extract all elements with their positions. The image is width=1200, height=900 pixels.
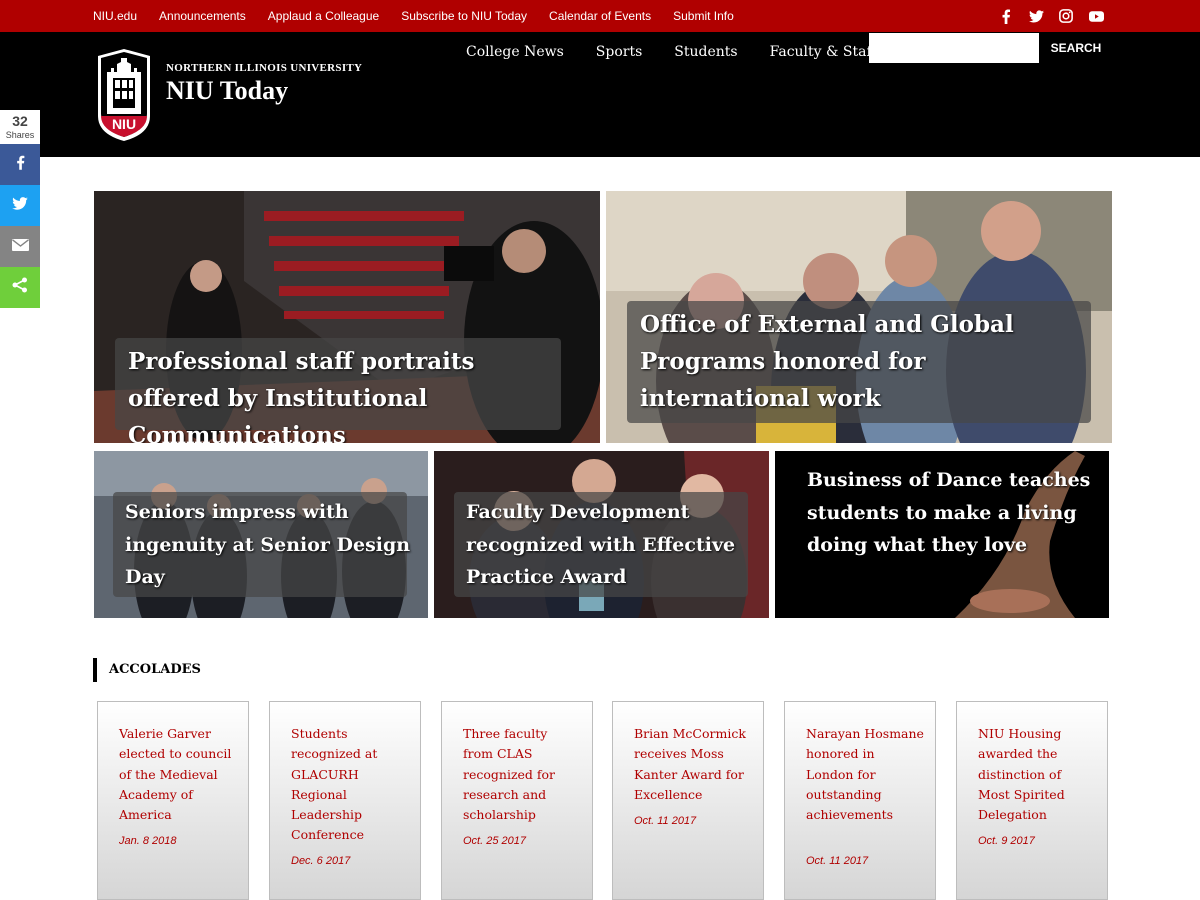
- facebook-icon[interactable]: [998, 8, 1014, 24]
- feature-tile-faculty-development[interactable]: Faculty Development recognized with Effe…: [434, 451, 769, 618]
- feature-title[interactable]: Seniors impress with ingenuity at Senior…: [125, 496, 415, 594]
- utility-link-subscribe[interactable]: Subscribe to NIU Today: [401, 9, 527, 23]
- accolade-card[interactable]: Three faculty from CLAS recognized for r…: [441, 701, 593, 900]
- feature-title[interactable]: Business of Dance teaches students to ma…: [807, 464, 1097, 562]
- accolade-date: Dec. 6 2017: [291, 855, 351, 867]
- share-icon: [12, 277, 28, 298]
- share-facebook-button[interactable]: [0, 144, 40, 185]
- accolade-date: Oct. 11 2017: [634, 815, 697, 827]
- accolade-card[interactable]: Brian McCormick receives Moss Kanter Awa…: [612, 701, 764, 900]
- share-more-button[interactable]: [0, 267, 40, 308]
- accolade-card[interactable]: Students recognized at GLACURH Regional …: [269, 701, 421, 900]
- nav-college-news[interactable]: College News: [466, 44, 564, 60]
- accolade-card[interactable]: NIU Housing awarded the distinction of M…: [956, 701, 1108, 900]
- accolade-title[interactable]: Narayan Hosmane honored in London for ou…: [806, 724, 924, 825]
- utility-link-announcements[interactable]: Announcements: [159, 9, 246, 23]
- section-heading-marker: [93, 658, 97, 682]
- accolades-heading: ACCOLADES: [109, 662, 201, 677]
- accolade-date: Oct. 25 2017: [463, 835, 526, 847]
- utility-bar: NIU.edu Announcements Applaud a Colleagu…: [0, 0, 1200, 32]
- social-links: [998, 0, 1104, 32]
- main-nav: College News Sports Students Faculty & S…: [450, 44, 892, 60]
- feature-title[interactable]: Faculty Development recognized with Effe…: [466, 496, 766, 594]
- accolade-date: Oct. 9 2017: [978, 835, 1035, 847]
- accolade-title[interactable]: NIU Housing awarded the distinction of M…: [978, 724, 1096, 825]
- search-button[interactable]: SEARCH: [1040, 33, 1112, 63]
- accolade-title[interactable]: Valerie Garver elected to council of the…: [119, 724, 237, 825]
- logo-wordmark-niu: NIU: [111, 116, 137, 132]
- utility-link-applaud[interactable]: Applaud a Colleague: [268, 9, 379, 23]
- utility-link-calendar[interactable]: Calendar of Events: [549, 9, 651, 23]
- facebook-icon: [16, 155, 25, 175]
- utility-link-submit-info[interactable]: Submit Info: [673, 9, 734, 23]
- feature-tile-business-of-dance[interactable]: Business of Dance teaches students to ma…: [775, 451, 1109, 618]
- university-name: NORTHERN ILLINOIS UNIVERSITY: [166, 62, 363, 74]
- site-title: NIU Today: [166, 76, 289, 105]
- feature-title[interactable]: Office of External and Global Programs h…: [640, 306, 1100, 417]
- nav-sports[interactable]: Sports: [596, 44, 642, 60]
- utility-link-niu-edu[interactable]: NIU.edu: [93, 9, 137, 23]
- instagram-icon[interactable]: [1058, 8, 1074, 24]
- feature-tile-staff-portraits[interactable]: Professional staff portraits offered by …: [94, 191, 600, 443]
- accolade-title[interactable]: Brian McCormick receives Moss Kanter Awa…: [634, 724, 752, 805]
- accolade-date: Oct. 11 2017: [806, 855, 869, 867]
- accolade-title[interactable]: Three faculty from CLAS recognized for r…: [463, 724, 581, 825]
- share-count-label: Shares: [5, 130, 35, 140]
- accolade-card[interactable]: Valerie Garver elected to council of the…: [97, 701, 249, 900]
- twitter-icon[interactable]: [1028, 8, 1044, 24]
- youtube-icon[interactable]: [1088, 8, 1104, 24]
- nav-faculty-staff[interactable]: Faculty & Staff: [770, 44, 877, 60]
- feature-tile-external-global-programs[interactable]: Office of External and Global Programs h…: [606, 191, 1112, 443]
- share-count-number: 32: [12, 113, 28, 129]
- accolade-title[interactable]: Students recognized at GLACURH Regional …: [291, 724, 409, 846]
- twitter-icon: [12, 196, 28, 215]
- share-email-button[interactable]: [0, 226, 40, 267]
- email-icon: [11, 238, 29, 256]
- feature-tile-senior-design-day[interactable]: Seniors impress with ingenuity at Senior…: [94, 451, 428, 618]
- search-input[interactable]: [869, 33, 1039, 63]
- share-count: 32 Shares: [0, 110, 40, 144]
- site-header: NIU NORTHERN ILLINOIS UNIVERSITY NIU Tod…: [0, 32, 1200, 157]
- accolade-card[interactable]: Narayan Hosmane honored in London for ou…: [784, 701, 936, 900]
- utility-nav: NIU.edu Announcements Applaud a Colleagu…: [82, 0, 745, 32]
- share-twitter-button[interactable]: [0, 185, 40, 226]
- feature-title[interactable]: Professional staff portraits offered by …: [128, 343, 568, 443]
- accolade-date: Jan. 8 2018: [119, 835, 177, 847]
- site-branding[interactable]: NORTHERN ILLINOIS UNIVERSITY NIU Today: [166, 62, 362, 106]
- nav-students[interactable]: Students: [674, 44, 737, 60]
